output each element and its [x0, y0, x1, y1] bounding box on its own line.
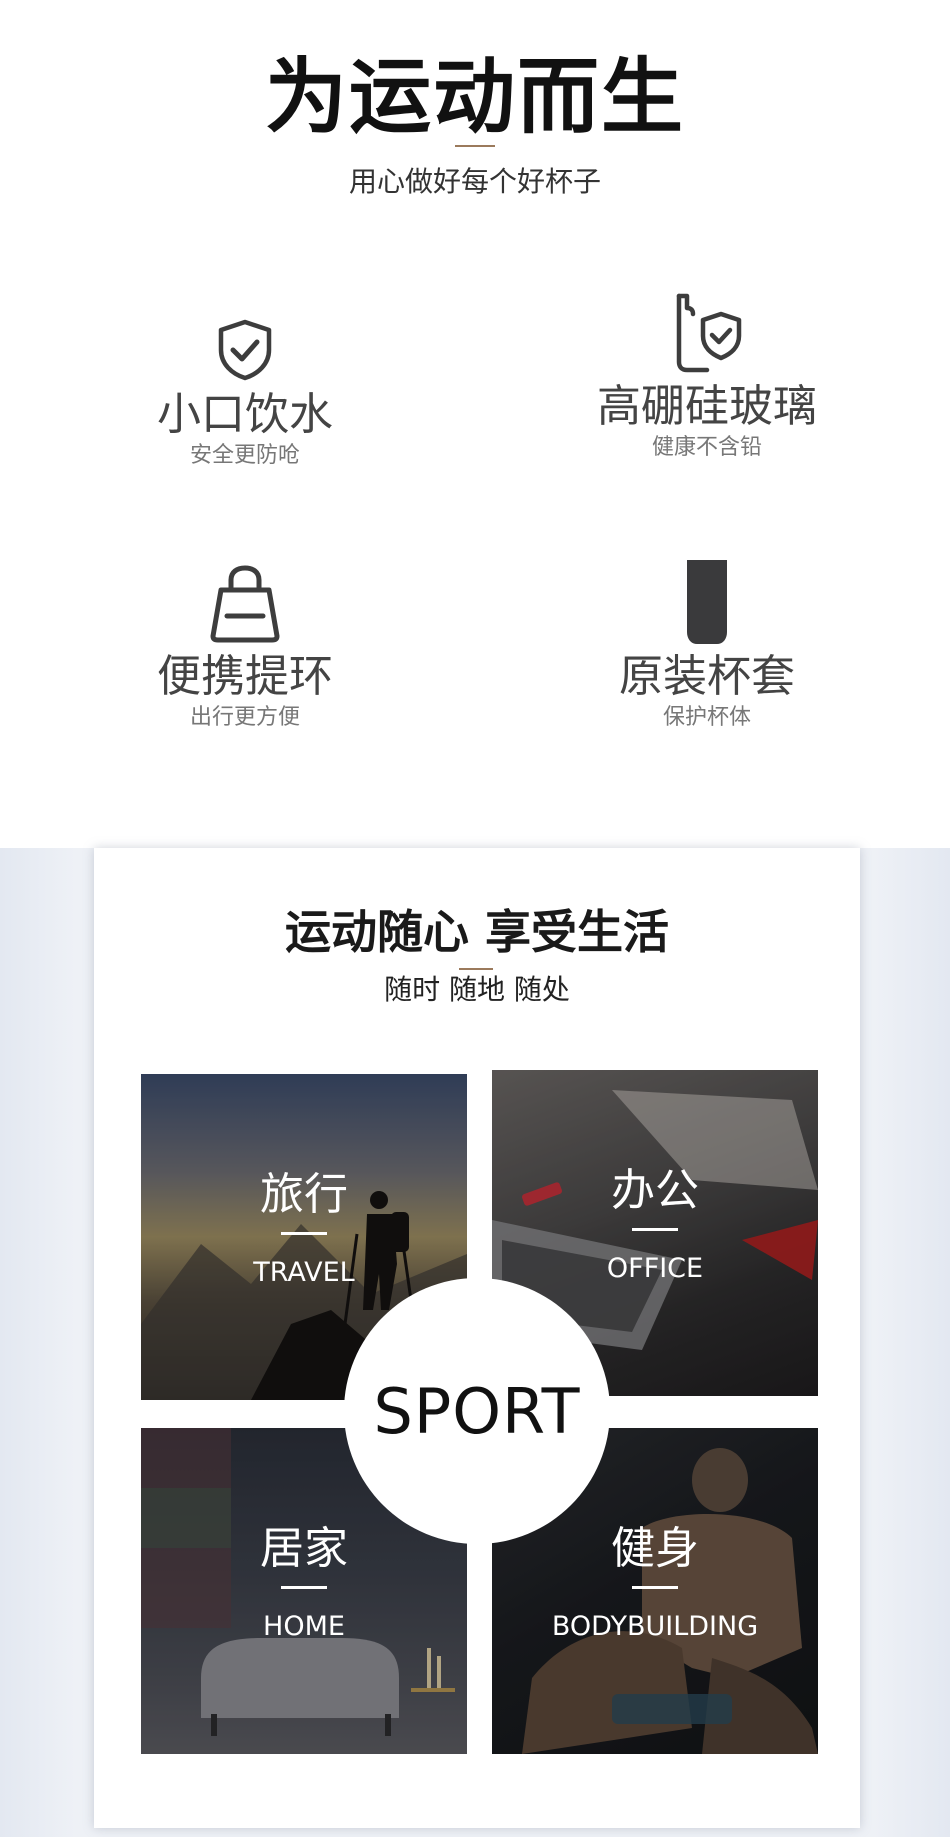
- page-title: 为运动而生: [264, 50, 685, 145]
- tile-title-en: OFFICE: [606, 1253, 704, 1284]
- section-divider: [459, 968, 493, 970]
- shield-check-icon: [218, 319, 272, 381]
- page-subtitle: 用心做好每个好杯子: [348, 165, 601, 198]
- feature-subtitle: 出行更方便: [189, 705, 300, 730]
- tile-title-en: HOME: [263, 1611, 345, 1642]
- cup-sleeve-icon: [687, 560, 727, 644]
- sport-label: SPORT: [373, 1375, 581, 1448]
- feature-subtitle: 保护杯体: [662, 705, 751, 730]
- tile-divider: [632, 1228, 678, 1231]
- tile-title-cn: 旅行: [260, 1169, 348, 1220]
- feature-subtitle: 健康不含铅: [651, 435, 762, 460]
- feature-small-mouth: 小口饮水 安全更防呛: [75, 318, 415, 470]
- feature-title: 便携提环: [157, 651, 333, 702]
- lifestyle-card: 运动随心 享受生活 随时 随地 随处 旅行 TRAVEL 办公 OFFICE 居…: [94, 848, 860, 1828]
- handbag-icon: [210, 565, 280, 643]
- feature-title: 原装杯套: [619, 651, 795, 702]
- feature-original-sleeve: 原装杯套 保护杯体: [537, 560, 877, 732]
- feature-portable-ring: 便携提环 出行更方便: [75, 564, 415, 732]
- tile-title-cn: 办公: [611, 1165, 699, 1216]
- feature-title: 高硼硅玻璃: [597, 381, 817, 432]
- tile-divider: [281, 1586, 327, 1589]
- feature-borosilicate-glass: 高硼硅玻璃 健康不含铅: [537, 292, 877, 462]
- tile-divider: [281, 1232, 327, 1235]
- tile-divider: [632, 1586, 678, 1589]
- glass-shield-icon: [676, 293, 742, 373]
- section-title: 运动随心 享受生活: [284, 905, 669, 959]
- tile-title-en: TRAVEL: [253, 1257, 355, 1288]
- feature-title: 小口饮水: [157, 389, 333, 440]
- tile-title-en: BODYBUILDING: [551, 1611, 759, 1642]
- section-subtitle: 随时 随地 随处: [384, 973, 570, 1006]
- sport-badge: SPORT: [344, 1278, 610, 1544]
- title-divider: [455, 145, 495, 147]
- tile-title-cn: 健身: [611, 1523, 699, 1574]
- feature-subtitle: 安全更防呛: [189, 443, 300, 468]
